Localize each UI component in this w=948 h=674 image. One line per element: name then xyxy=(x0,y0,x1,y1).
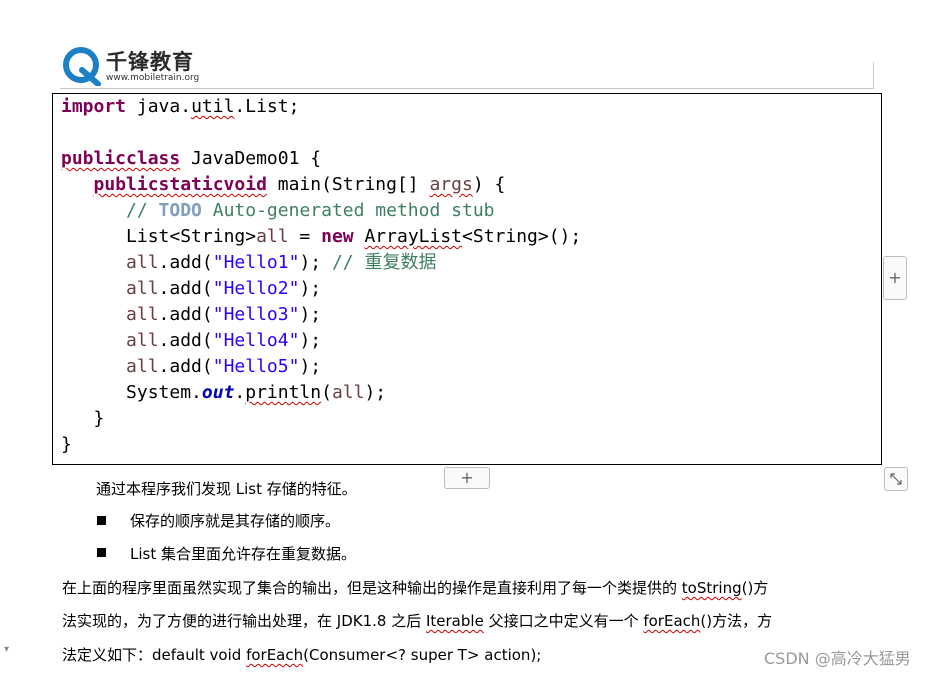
code-text: ); xyxy=(299,356,322,377)
resize-handle[interactable] xyxy=(884,467,908,491)
field-out: out xyxy=(201,382,235,403)
logo-url-text: www.mobiletrain.org xyxy=(106,73,200,83)
bullet-square-icon xyxy=(97,548,106,557)
logo-q-icon xyxy=(63,47,101,86)
var-all: all xyxy=(126,330,159,351)
todo-tag: TODO xyxy=(158,200,202,221)
code-line-8: all.add("Hello2"); xyxy=(61,276,581,302)
spell-util: util xyxy=(191,96,235,117)
header-divider-tick xyxy=(873,62,874,89)
comment-text: // xyxy=(126,200,159,221)
string-literal: "Hello4" xyxy=(212,330,300,351)
spell-arraylist: ArrayList xyxy=(364,226,463,247)
para-text: 在上面的程序里面虽然实现了集合的输出，但是这种输出的操作是直接利用了每一个类提供… xyxy=(62,579,682,597)
code-text: .List; xyxy=(234,96,300,117)
code-text: ); xyxy=(364,382,387,403)
code-line-3: publicclass JavaDemo01 { xyxy=(61,146,581,172)
var-all: all xyxy=(126,278,159,299)
spell-foreach: forEach xyxy=(246,646,304,664)
code-text: java. xyxy=(126,96,192,117)
code-text: main(String[] xyxy=(266,174,430,195)
var-all: all xyxy=(256,226,289,247)
add-row-button[interactable]: + xyxy=(444,467,490,489)
comment-text: Auto-generated method stub xyxy=(201,200,495,221)
code-line-13: } xyxy=(61,406,581,432)
code-text: . xyxy=(234,382,246,403)
kw-new: new xyxy=(321,226,354,247)
para-text: 父接口之中定义有一个 xyxy=(483,612,644,630)
para-text: 法实现的，为了方便的进行输出处理，在 JDK1.8 之后 xyxy=(62,612,426,630)
csdn-watermark: CSDN @高冷大猛男 xyxy=(764,649,911,668)
code-line-14: } xyxy=(61,432,581,458)
code-text: System. xyxy=(126,382,202,403)
string-literal: "Hello3" xyxy=(212,304,300,325)
code-text: <String>(); xyxy=(462,226,582,247)
code-text: ) { xyxy=(472,174,506,195)
code-text: ); xyxy=(299,330,322,351)
code-line-5: // TODO Auto-generated method stub xyxy=(61,198,581,224)
code-listing: import java.util.List; publicclass JavaDe… xyxy=(61,94,581,458)
para-text: (Consumer<? super T> action); xyxy=(303,646,542,664)
spell-println: println xyxy=(245,382,322,403)
collapse-marker-icon[interactable]: ▾ xyxy=(4,644,9,655)
code-text: ); xyxy=(299,252,322,273)
code-text: .add( xyxy=(158,278,213,299)
code-text: .add( xyxy=(158,356,213,377)
code-text: } xyxy=(93,408,105,429)
paragraph-line-1: 在上面的程序里面虽然实现了集合的输出，但是这种输出的操作是直接利用了每一个类提供… xyxy=(62,577,768,598)
kw-publicstaticvoid: publicstaticvoid xyxy=(93,174,267,195)
code-line-12: System.out.println(all); xyxy=(61,380,581,406)
intro-line: 通过本程序我们发现 List 存储的特征。 xyxy=(96,480,357,498)
code-line-10: all.add("Hello4"); xyxy=(61,328,581,354)
code-line-6: List<String>all = new ArrayList<String>(… xyxy=(61,224,581,250)
kw-import: import xyxy=(61,96,127,117)
logo-chinese-text: 千锋教育 xyxy=(106,50,194,74)
var-all: all xyxy=(126,252,159,273)
code-text: .add( xyxy=(158,252,213,273)
spell-tostring: toString xyxy=(681,579,742,597)
string-literal: "Hello5" xyxy=(212,356,300,377)
code-line-1: import java.util.List; xyxy=(61,94,581,120)
bullet-square-icon xyxy=(97,516,106,525)
code-text: ); xyxy=(299,278,322,299)
code-text: .add( xyxy=(158,304,213,325)
spell-foreach: forEach xyxy=(643,612,701,630)
code-block[interactable]: import java.util.List; publicclass JavaDe… xyxy=(52,93,882,465)
var-all: all xyxy=(331,382,365,403)
kw-publicclass: publicclass xyxy=(61,148,181,169)
add-column-button[interactable]: + xyxy=(883,256,907,300)
comment-text: // 重复数据 xyxy=(321,252,437,273)
code-text: ); xyxy=(299,304,322,325)
bullet-item-2: List 集合里面允许存在重复数据。 xyxy=(130,545,356,563)
code-line-9: all.add("Hello3"); xyxy=(61,302,581,328)
var-all: all xyxy=(126,356,159,377)
code-text: List<String> xyxy=(126,226,257,247)
resize-diagonal-icon xyxy=(890,473,902,485)
code-line-11: all.add("Hello5"); xyxy=(61,354,581,380)
code-line-4: publicstaticvoid main(String[] args) { xyxy=(61,172,581,198)
string-literal: "Hello2" xyxy=(212,278,300,299)
var-all: all xyxy=(126,304,159,325)
bullet-item-1: 保存的顺序就是其存储的顺序。 xyxy=(130,512,341,530)
string-literal: "Hello1" xyxy=(212,252,300,273)
mobiletrain-logo: 千锋教育 www.mobiletrain.org xyxy=(62,44,232,88)
code-line-7: all.add("Hello1"); // 重复数据 xyxy=(61,250,581,276)
paragraph-line-2: 法实现的，为了方便的进行输出处理，在 JDK1.8 之后 Iterable 父接… xyxy=(62,610,772,631)
para-text: ()方法，方 xyxy=(700,612,773,630)
spell-iterable: Iterable xyxy=(425,612,484,630)
code-text: } xyxy=(61,434,72,455)
code-text: .add( xyxy=(158,330,213,351)
code-text: JavaDemo01 { xyxy=(180,148,322,169)
paragraph-line-3: 法定义如下：default void forEach(Consumer<? su… xyxy=(62,644,541,665)
code-text: ( xyxy=(321,382,332,403)
para-text: ()方 xyxy=(741,579,769,597)
header-divider xyxy=(60,88,874,89)
code-text: = xyxy=(288,226,322,247)
para-text: 法定义如下：default void xyxy=(62,646,247,664)
var-args: args xyxy=(429,174,473,195)
